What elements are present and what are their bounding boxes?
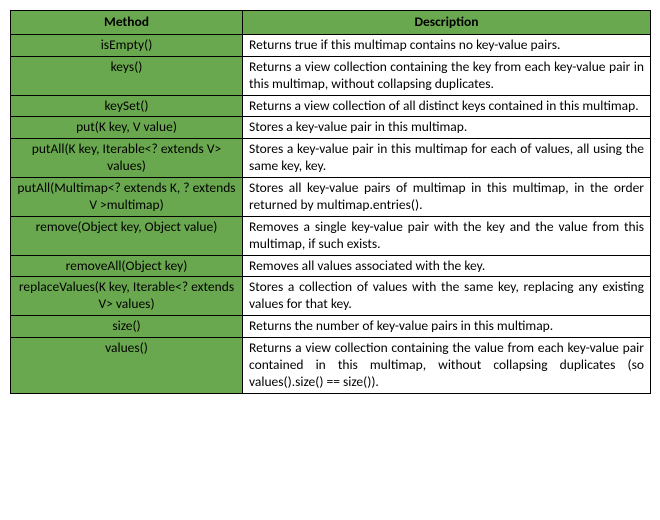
method-cell: keys() — [11, 56, 243, 95]
table-row: putAll(K key, Iterable<? extends V> valu… — [11, 139, 651, 178]
table-row: put(K key, V value)Stores a key-value pa… — [11, 117, 651, 139]
description-cell: Stores a key-value pair in this multimap… — [243, 117, 651, 139]
header-description: Description — [243, 11, 651, 35]
methods-table: Method Description isEmpty()Returns true… — [10, 10, 651, 394]
table-row: removeAll(Object key)Removes all values … — [11, 255, 651, 277]
method-cell: put(K key, V value) — [11, 117, 243, 139]
method-cell: isEmpty() — [11, 34, 243, 56]
method-cell: keySet() — [11, 95, 243, 117]
method-cell: values() — [11, 338, 243, 394]
description-cell: Removes a single key-value pair with the… — [243, 216, 651, 255]
table-row: putAll(Multimap<? extends K, ? extends V… — [11, 178, 651, 217]
description-cell: Stores a collection of values with the s… — [243, 277, 651, 316]
table-row: size()Returns the number of key-value pa… — [11, 316, 651, 338]
table-row: remove(Object key, Object value)Removes … — [11, 216, 651, 255]
table-row: isEmpty()Returns true if this multimap c… — [11, 34, 651, 56]
table-row: replaceValues(K key, Iterable<? extends … — [11, 277, 651, 316]
table-row: keys()Returns a view collection containi… — [11, 56, 651, 95]
description-cell: Stores a key-value pair in this multimap… — [243, 139, 651, 178]
description-cell: Returns the number of key-value pairs in… — [243, 316, 651, 338]
method-cell: putAll(Multimap<? extends K, ? extends V… — [11, 178, 243, 217]
description-cell: Returns a view collection of all distinc… — [243, 95, 651, 117]
table-header-row: Method Description — [11, 11, 651, 35]
method-cell: removeAll(Object key) — [11, 255, 243, 277]
description-cell: Returns a view collection containing the… — [243, 338, 651, 394]
table-row: values()Returns a view collection contai… — [11, 338, 651, 394]
description-cell: Removes all values associated with the k… — [243, 255, 651, 277]
description-cell: Stores all key-value pairs of multimap i… — [243, 178, 651, 217]
description-cell: Returns true if this multimap contains n… — [243, 34, 651, 56]
method-cell: replaceValues(K key, Iterable<? extends … — [11, 277, 243, 316]
header-method: Method — [11, 11, 243, 35]
method-cell: putAll(K key, Iterable<? extends V> valu… — [11, 139, 243, 178]
method-cell: remove(Object key, Object value) — [11, 216, 243, 255]
table-row: keySet()Returns a view collection of all… — [11, 95, 651, 117]
method-cell: size() — [11, 316, 243, 338]
description-cell: Returns a view collection containing the… — [243, 56, 651, 95]
